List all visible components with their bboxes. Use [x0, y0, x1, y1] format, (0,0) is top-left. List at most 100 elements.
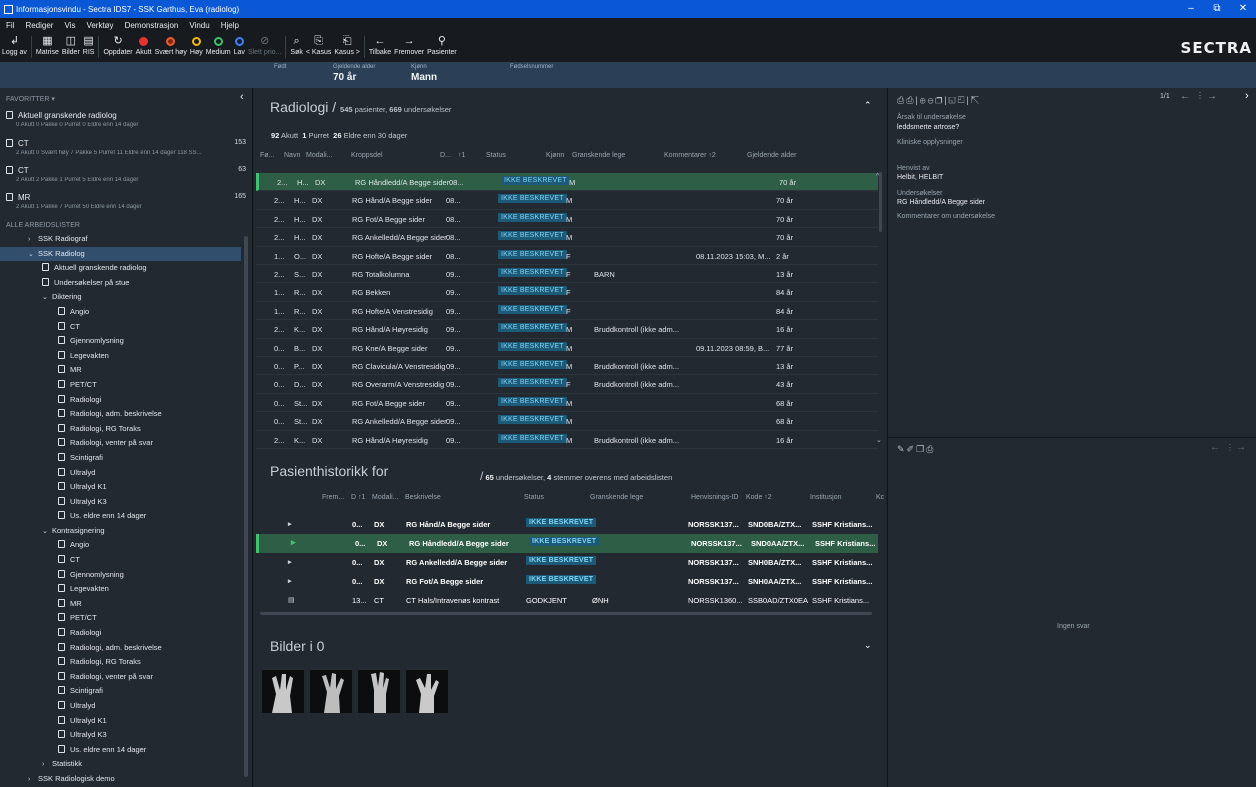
column-header[interactable]: Kc	[876, 494, 884, 501]
expand-arrow-icon[interactable]: ▸	[288, 577, 292, 585]
table-row[interactable]: 1... R... DX RG Hofte/A Venstresidig 09... IK…	[256, 302, 878, 321]
priority-low-button[interactable]: Lav	[234, 32, 245, 57]
chevron-right-icon[interactable]: ›	[28, 773, 38, 787]
column-header[interactable]: Beskrivelse	[405, 494, 441, 501]
printer-icon[interactable]: ⎙	[906, 95, 915, 105]
table-row[interactable]: 1... R... DX RG Bekken 09... IKKE BESKREVET F 8…	[256, 283, 878, 302]
minimize-button[interactable]: –	[1178, 0, 1204, 18]
column-header[interactable]: Fø...	[260, 152, 274, 159]
column-header[interactable]: Gjeldende alder	[747, 152, 796, 159]
menu-file[interactable]: Fil	[6, 21, 14, 30]
worklist-tree-item[interactable]: Scintigrafi	[0, 684, 241, 699]
menu-window[interactable]: Vindu	[189, 21, 209, 30]
zoom-in-icon[interactable]: ⊕	[920, 95, 928, 105]
worklist-tree-item[interactable]: Ultralyd K3	[0, 495, 241, 510]
ris-button[interactable]: ▤ RIS	[83, 32, 95, 57]
edit-icon[interactable]: ✐	[907, 444, 917, 454]
history-h-scrollbar[interactable]	[260, 612, 872, 615]
menu-help[interactable]: Hjelp	[221, 21, 239, 30]
column-header[interactable]: Granskende lege	[572, 152, 625, 159]
images-button[interactable]: ◫ Bilder	[62, 32, 80, 57]
column-header[interactable]: Modali...	[306, 152, 332, 159]
menu-edit[interactable]: Rediger	[25, 21, 53, 30]
worklist-tree-item[interactable]: CT	[0, 320, 241, 335]
expand-arrow-icon[interactable]: ▸	[288, 520, 292, 528]
open-external-icon[interactable]: ⇱	[971, 95, 981, 105]
worklist-tree-item[interactable]: ⌄ Kontrasignering	[0, 524, 241, 539]
menu-tools[interactable]: Verktøy	[86, 21, 113, 30]
expand-arrow-icon[interactable]: ▸	[291, 537, 296, 548]
worklist-tree-item[interactable]: Gjennomlysning	[0, 568, 241, 583]
column-header[interactable]: D ↑1	[351, 494, 365, 501]
collapse-panel-icon[interactable]: ‹	[240, 91, 244, 103]
column-header[interactable]: Kjønn	[546, 152, 564, 159]
table-row[interactable]: 2... H... DX RG Fot/A Begge sider 08... IKKE …	[256, 210, 878, 229]
table-row[interactable]: 2... K... DX RG Hånd/A Høyresidig 09... IKKE …	[256, 320, 878, 339]
chevron-down-icon[interactable]: ⌄	[28, 248, 38, 263]
copy-icon[interactable]: ❐	[936, 95, 945, 105]
worklist-tree-item[interactable]: Legevakten	[0, 349, 241, 364]
worklist-scrollbar[interactable]	[879, 172, 882, 232]
copy-answer-icon[interactable]: ❐	[916, 444, 926, 454]
matrix-button[interactable]: ▦ Matrise	[36, 32, 59, 57]
history-row[interactable]: ▤ 13... CT CT Hals/Intravenøs kontrast GODKJ…	[256, 591, 878, 610]
more-icon[interactable]: ⋮	[1196, 91, 1204, 100]
worklist-tree-item[interactable]: Ultralyd	[0, 699, 241, 714]
worklist-tree-item[interactable]: ⌄ SSK Radiolog	[0, 246, 241, 263]
previous-case-button[interactable]: ⎘ < Kasus	[306, 32, 332, 57]
column-header[interactable]: Institusjon	[810, 494, 842, 501]
worklist-tree-item[interactable]: ⌄ Diktering	[0, 290, 241, 305]
worklist-tree-item[interactable]: Radiologi	[0, 393, 241, 408]
expand-arrow-icon[interactable]: ▸	[288, 558, 292, 566]
collapse-worklist-icon[interactable]: ⌃	[864, 100, 872, 111]
history-row[interactable]: ▸ 0... DX RG Hånd/A Begge sider IKKE BESKREV…	[256, 515, 878, 534]
next-page-icon[interactable]: →	[1207, 91, 1217, 102]
image-thumbnail[interactable]	[406, 670, 448, 713]
worklist-tree-item[interactable]: Scintigrafi	[0, 451, 241, 466]
maximize-button[interactable]: ⧉	[1204, 0, 1230, 18]
worklist-tree-item[interactable]: › SSK Radiograf	[0, 232, 241, 247]
answer-next-icon[interactable]: →	[1236, 442, 1246, 453]
answer-prev-icon[interactable]: ←	[1210, 442, 1220, 453]
table-row[interactable]: 0... St... DX RG Ankelledd/A Begge sider 09.…	[256, 412, 878, 431]
history-row[interactable]: ▸ 0... DX RG Håndledd/A Begge sider IKKE BES…	[256, 534, 878, 553]
worklist-tree-item[interactable]: Radiologi, venter på svar	[0, 670, 241, 685]
table-row[interactable]: 2... S... DX RG Totalkolumna 09... IKKE BESKR…	[256, 265, 878, 284]
worklist-tree-item[interactable]: Legevakten	[0, 582, 241, 597]
new-answer-icon[interactable]: ✎	[897, 444, 907, 454]
worklist-tree-item[interactable]: Ultralyd K1	[0, 714, 241, 729]
forward-button[interactable]: → Fremover	[394, 32, 424, 57]
worklist-tree-item[interactable]: Angio	[0, 538, 241, 553]
chevron-down-icon[interactable]: ⌄	[42, 291, 52, 306]
prev-page-icon[interactable]: ←	[1180, 91, 1190, 102]
favorite-item[interactable]: MR 2 Akutt 1 Pakke 7 Purret 50 Eldre enn …	[6, 193, 246, 210]
column-header[interactable]: Status	[486, 152, 506, 159]
column-header[interactable]: Granskende lege	[590, 494, 643, 501]
worklist-tree-item[interactable]: Us. eldre enn 14 dager	[0, 509, 241, 524]
image-thumbnail[interactable]	[358, 670, 400, 713]
worklist-tree-item[interactable]: PET/CT	[0, 611, 241, 626]
worklist-tree-item[interactable]: Ultralyd	[0, 466, 241, 481]
table-row[interactable]: 2... H... DX RG Håndledd/A Begge sider 08...…	[256, 173, 878, 192]
menu-demo[interactable]: Demonstrasjon	[125, 21, 179, 30]
history-row[interactable]: ▸ 0... DX RG Fot/A Begge sider IKKE BESKREVE…	[256, 572, 878, 591]
worklist-tree-item[interactable]: › Statistikk	[0, 757, 241, 772]
worklist-tree-item[interactable]: PET/CT	[0, 378, 241, 393]
worklist-tree-item[interactable]: Radiologi, RG Toraks	[0, 422, 241, 437]
patients-button[interactable]: ⚲ Pasienter	[427, 32, 457, 57]
zoom-out-icon[interactable]: ⊖	[928, 95, 936, 105]
page-prev-icon[interactable]: ◱	[949, 95, 958, 105]
back-button[interactable]: ← Tilbake	[369, 32, 391, 57]
favorite-item[interactable]: CT 2 Akutt 0 Svært høy 7 Pakke 5 Purret 1…	[6, 139, 246, 156]
worklist-tree-item[interactable]: Undersøkelser på stue	[0, 276, 241, 291]
search-button[interactable]: ⌕ Søk	[290, 32, 302, 57]
priority-high-button[interactable]: Høy	[190, 32, 203, 57]
priority-medium-button[interactable]: Medium	[206, 32, 231, 57]
refresh-button[interactable]: ↻ Oppdater	[103, 32, 132, 57]
expand-panel-icon[interactable]: ›	[1245, 90, 1249, 102]
logout-button[interactable]: ↲ Logg av	[2, 32, 27, 57]
worklist-tree-item[interactable]: Angio	[0, 305, 241, 320]
image-thumbnail[interactable]	[262, 670, 304, 713]
column-header[interactable]: Navn	[284, 152, 300, 159]
column-header[interactable]: Kommentarer ↑2	[664, 152, 716, 159]
